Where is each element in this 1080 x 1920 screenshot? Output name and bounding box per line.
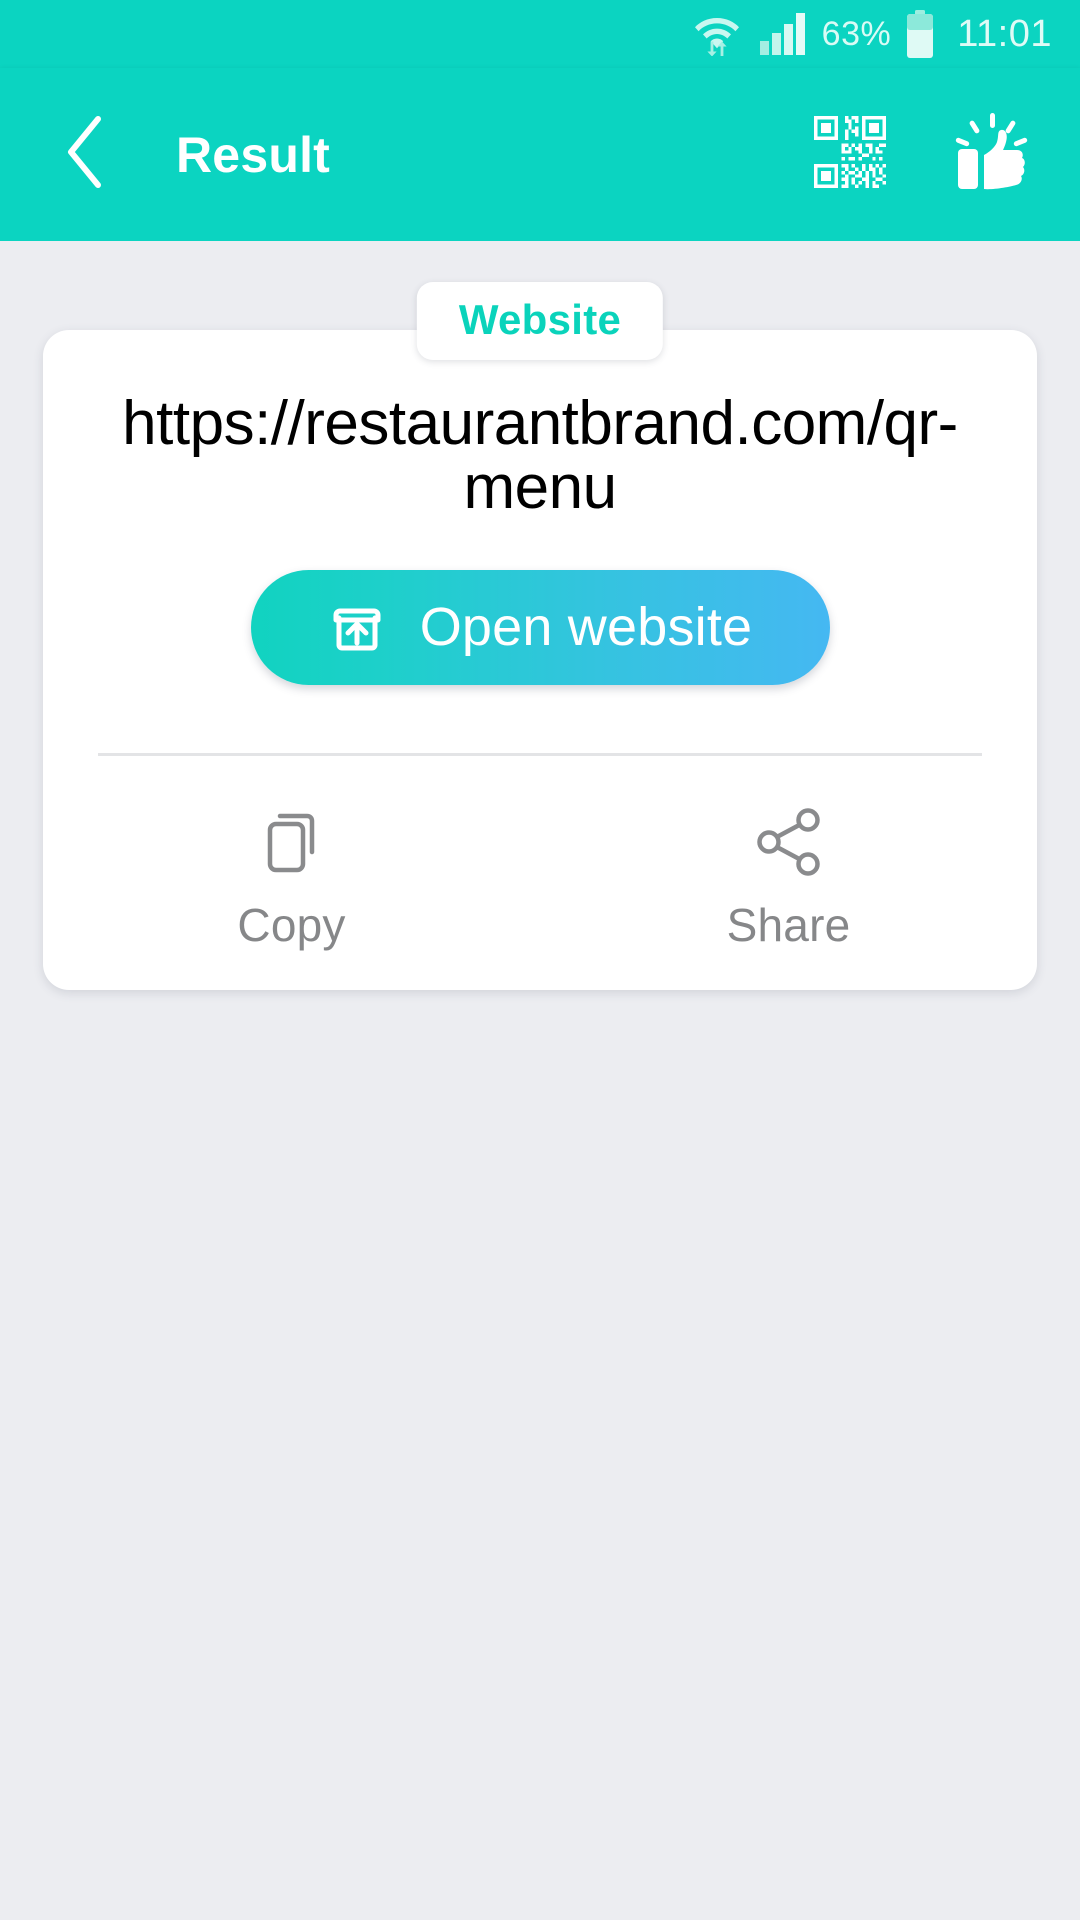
status-bar-clock: 11:01 <box>957 12 1052 55</box>
content-area: Website https://restaurantbrand.com/qr-m… <box>0 241 1080 1920</box>
battery-icon <box>905 10 935 58</box>
wifi-icon <box>694 12 740 56</box>
thumbs-up-icon <box>946 109 1032 200</box>
share-button[interactable]: Share <box>540 756 1037 990</box>
app-bar: Result <box>0 68 1080 241</box>
app-bar-actions <box>814 109 1032 200</box>
open-in-new-icon <box>328 598 386 656</box>
secondary-actions: Copy Share <box>43 756 1037 990</box>
open-website-label: Open website <box>419 597 753 658</box>
qr-code-icon <box>814 116 886 193</box>
share-label: Share <box>726 898 851 951</box>
qr-code-button[interactable] <box>814 116 886 193</box>
back-button[interactable] <box>38 107 134 203</box>
copy-icon <box>260 804 324 880</box>
open-website-button[interactable]: Open website <box>250 569 830 685</box>
copy-label: Copy <box>237 898 346 951</box>
share-icon <box>754 804 824 880</box>
rate-app-button[interactable] <box>946 109 1032 200</box>
chevron-left-icon <box>62 113 110 196</box>
cellular-signal-icon <box>759 13 808 55</box>
result-value-text: https://restaurantbrand.com/qr-menu <box>122 389 958 522</box>
result-type-label: Website <box>458 296 622 343</box>
battery-percentage-label: 63% <box>821 14 892 53</box>
result-card: https://restaurantbrand.com/qr-menu Open… <box>43 330 1037 990</box>
copy-button[interactable]: Copy <box>43 756 540 990</box>
status-bar: 63% 11:01 <box>0 0 1080 68</box>
page-title: Result <box>176 126 331 183</box>
result-type-badge: Website <box>416 282 664 360</box>
